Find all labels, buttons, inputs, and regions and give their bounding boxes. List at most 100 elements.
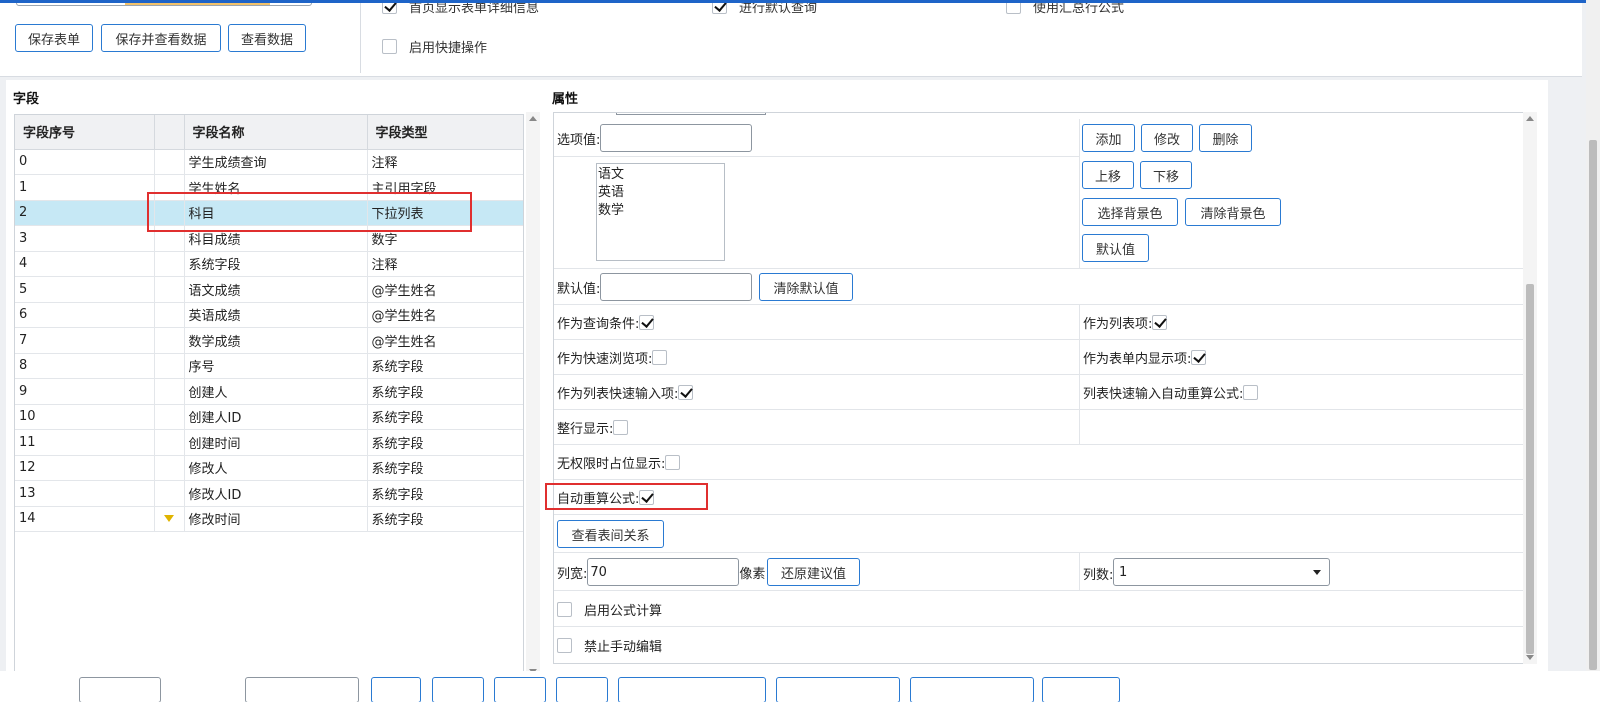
list-quick-input-option[interactable]: 作为列表快速输入项: [557, 383, 694, 402]
field-no-cell: 5 [15, 276, 155, 303]
move-down-button[interactable]: 下移 [1140, 161, 1192, 189]
table-row[interactable]: 9 创建人 系统字段 [15, 378, 523, 405]
enable-formula-option[interactable]: 启用公式计算 [557, 600, 662, 619]
clear-bg-button[interactable]: 清除背景色 [1185, 198, 1281, 226]
table-row[interactable]: 4 系统字段 注释 [15, 251, 523, 277]
view-data-button[interactable]: 查看数据 [228, 24, 306, 52]
option-value-label: 选项值: [557, 132, 601, 148]
field-name-input[interactable] [79, 677, 161, 702]
table-row[interactable]: 5 语文成绩 @学生姓名 [15, 276, 523, 303]
restore-suggested-button[interactable]: 还原建议值 [767, 558, 860, 586]
field-type-cell: 系统字段 [367, 429, 523, 456]
choose-bg-button[interactable]: 选择背景色 [1082, 198, 1178, 226]
table-row[interactable]: 0 学生成绩查询 注释 [15, 149, 523, 175]
scroll-down-icon[interactable] [1526, 655, 1534, 660]
toolbar-button[interactable] [776, 677, 900, 702]
list-item[interactable]: 数学 [597, 202, 724, 220]
whole-row-option[interactable]: 整行显示: [557, 418, 629, 437]
default-value-input[interactable] [600, 273, 753, 301]
save-and-view-button[interactable]: 保存并查看数据 [101, 24, 221, 52]
list-quick-recalc-option[interactable]: 列表快速输入自动重算公式: [1083, 383, 1259, 402]
toolbar-button[interactable] [910, 677, 1034, 702]
col-count-select[interactable]: 1 [1113, 558, 1330, 586]
quick-browse-checkbox[interactable] [652, 350, 668, 365]
disable-manual-edit-checkbox[interactable] [557, 638, 572, 653]
row-icon-cell [154, 353, 185, 379]
toolbar-button[interactable] [1042, 677, 1120, 702]
option-quick-actions[interactable]: 启用快捷操作 [382, 37, 487, 56]
toolbar-button[interactable] [371, 677, 421, 702]
col-header-name[interactable]: 字段名称 [184, 115, 368, 150]
table-row[interactable]: 13 修改人ID 系统字段 [15, 480, 523, 507]
table-row[interactable]: 11 创建时间 系统字段 [15, 429, 523, 456]
row-icon-cell [154, 480, 185, 507]
field-type-input[interactable] [245, 677, 359, 702]
as-query-option[interactable]: 作为查询条件: [557, 313, 655, 332]
as-query-checkbox[interactable] [639, 315, 655, 330]
option-value-input[interactable] [600, 124, 753, 152]
no-perm-option[interactable]: 无权限时占位显示: [557, 453, 681, 472]
col-header-no[interactable]: 字段序号 [15, 115, 155, 150]
table-row[interactable]: 8 序号 系统字段 [15, 353, 523, 379]
move-up-button[interactable]: 上移 [1082, 161, 1134, 189]
form-display-option[interactable]: 作为表单内显示项: [1083, 348, 1207, 367]
toolbar-button[interactable] [618, 677, 766, 702]
top-accent-bar [0, 0, 1600, 3]
scroll-thumb[interactable] [1526, 284, 1534, 654]
option-label: 启用快捷操作 [409, 41, 488, 56]
list-quick-input-checkbox[interactable] [678, 385, 694, 400]
toolbar-button[interactable] [494, 677, 546, 702]
options-listbox[interactable]: 语文 英语 数学 [596, 163, 725, 261]
field-name-cell: 系统字段 [184, 251, 368, 277]
save-form-button[interactable]: 保存表单 [15, 24, 93, 52]
table-row[interactable]: 14 修改时间 系统字段 [15, 506, 523, 532]
field-no-cell: 12 [15, 455, 155, 481]
field-type-cell: 系统字段 [367, 455, 523, 481]
table-row[interactable]: 6 英语成绩 @学生姓名 [15, 302, 523, 328]
whole-row-checkbox[interactable] [613, 420, 629, 435]
row-icon-cell [154, 455, 185, 481]
field-no-cell: 8 [15, 353, 155, 379]
table-row[interactable]: 10 创建人ID 系统字段 [15, 404, 523, 430]
list-quick-recalc-checkbox[interactable] [1243, 385, 1259, 400]
toolbar-button[interactable] [432, 677, 484, 702]
col-header-icon [154, 115, 185, 150]
checkbox[interactable] [382, 39, 397, 54]
scroll-thumb[interactable] [1589, 140, 1597, 670]
scroll-up-icon[interactable] [529, 116, 537, 121]
fields-scrollbar[interactable] [526, 112, 540, 678]
modify-option-button[interactable]: 修改 [1141, 124, 1193, 152]
scroll-up-icon[interactable] [1526, 116, 1534, 121]
field-type-cell: 系统字段 [367, 480, 523, 507]
field-type-cell: 系统字段 [367, 378, 523, 405]
default-value-button[interactable]: 默认值 [1082, 234, 1149, 262]
field-no-cell: 6 [15, 302, 155, 328]
as-list-item-option[interactable]: 作为列表项: [1083, 313, 1168, 332]
divider [360, 0, 361, 73]
no-perm-checkbox[interactable] [665, 455, 681, 470]
field-type-cell: 系统字段 [367, 506, 523, 532]
quick-browse-option[interactable]: 作为快速浏览项: [557, 348, 668, 367]
disable-manual-edit-option[interactable]: 禁止手动编辑 [557, 636, 662, 655]
table-row[interactable]: 7 数学成绩 @学生姓名 [15, 327, 523, 354]
list-item[interactable]: 语文 [597, 166, 724, 184]
add-option-button[interactable]: 添加 [1082, 124, 1135, 152]
list-item[interactable]: 英语 [597, 184, 724, 202]
clear-default-button[interactable]: 清除默认值 [759, 273, 853, 301]
page-scrollbar[interactable] [1586, 0, 1600, 680]
col-width-input[interactable]: 70 [587, 558, 740, 586]
col-header-type[interactable]: 字段类型 [367, 115, 523, 150]
view-relations-button[interactable]: 查看表间关系 [557, 520, 664, 548]
properties-scrollbar[interactable] [1523, 112, 1537, 664]
property-row: 作为快速浏览项: 作为表单内显示项: [554, 340, 1524, 375]
row-icon-cell [154, 429, 185, 456]
as-list-item-checkbox[interactable] [1152, 315, 1168, 330]
field-name-cell: 序号 [184, 353, 368, 379]
toolbar-button[interactable] [556, 677, 608, 702]
table-row[interactable]: 12 修改人 系统字段 [15, 455, 523, 481]
field-no-cell: 7 [15, 327, 155, 354]
form-display-checkbox[interactable] [1191, 350, 1207, 365]
enable-formula-checkbox[interactable] [557, 602, 572, 617]
column-width-row: 列宽: 70 像素 还原建议值 列数: 1 [554, 553, 1524, 591]
delete-option-button[interactable]: 删除 [1199, 124, 1252, 152]
